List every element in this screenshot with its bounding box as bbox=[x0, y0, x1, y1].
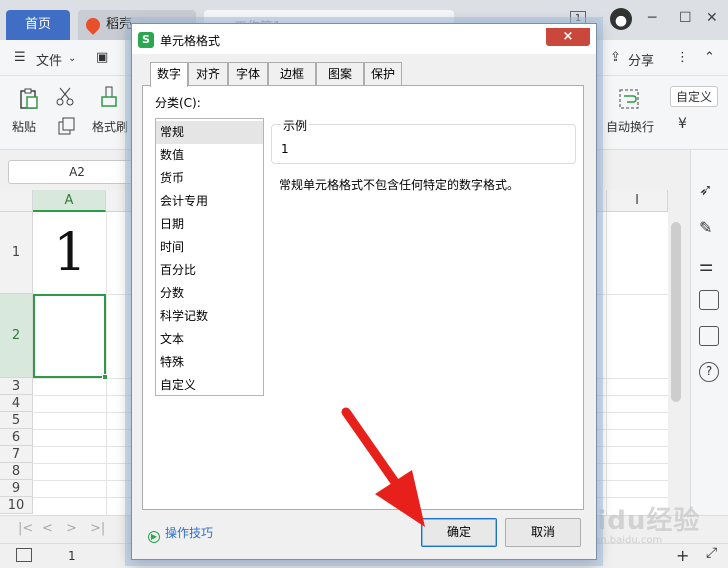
grid-line bbox=[606, 212, 607, 515]
minimize-icon[interactable]: ─ bbox=[648, 10, 656, 26]
maximize-icon[interactable]: ☐ bbox=[679, 10, 692, 26]
paste-label[interactable]: 粘贴 bbox=[12, 118, 36, 135]
menu-share[interactable]: 分享 bbox=[628, 50, 654, 69]
tips-link[interactable]: ▶ 操作技巧 bbox=[148, 524, 213, 543]
tab-number[interactable]: 数字 bbox=[150, 62, 188, 87]
category-item-time[interactable]: 时间 bbox=[156, 236, 263, 259]
more-icon[interactable]: ⋮ bbox=[676, 50, 689, 65]
close-window-icon[interactable]: ✕ bbox=[706, 10, 718, 26]
cut-icon[interactable] bbox=[54, 86, 76, 108]
share-icon[interactable]: ⇪ bbox=[610, 50, 621, 65]
number-format-dropdown[interactable]: 自定义 bbox=[670, 86, 719, 107]
scrollbar-thumb[interactable] bbox=[671, 222, 681, 402]
select-all-corner[interactable] bbox=[0, 190, 33, 212]
category-list[interactable]: 常规 数值 货币 会计专用 日期 时间 百分比 分数 科学记数 文本 特殊 自定… bbox=[155, 118, 264, 396]
daoke-flame-icon bbox=[83, 15, 103, 35]
category-item-text[interactable]: 文本 bbox=[156, 328, 263, 351]
sample-value: 1 bbox=[281, 142, 289, 156]
prev-sheet-icon[interactable]: < bbox=[42, 521, 53, 536]
dialog-title: 单元格格式 bbox=[160, 34, 221, 48]
format-painter-label[interactable]: 格式刷 bbox=[92, 118, 128, 135]
tab-daoke-label: 稻壳 bbox=[106, 17, 133, 32]
ok-button[interactable]: 确定 bbox=[421, 518, 497, 547]
vertical-scrollbar[interactable] bbox=[669, 212, 683, 512]
paste-icon[interactable] bbox=[18, 88, 40, 110]
chevron-down-icon[interactable]: ⌄ bbox=[68, 53, 76, 64]
category-label: 分类(C): bbox=[155, 96, 201, 110]
pen-icon[interactable]: ✎ bbox=[699, 218, 719, 238]
number-tab-panel: 分类(C): 常规 数值 货币 会计专用 日期 时间 百分比 分数 科学记数 文… bbox=[142, 85, 584, 510]
first-sheet-icon[interactable]: |< bbox=[18, 521, 33, 536]
play-circle-icon: ▶ bbox=[148, 531, 160, 543]
save-icon[interactable]: ▣ bbox=[96, 50, 108, 65]
tab-font[interactable]: 字体 bbox=[228, 62, 268, 86]
row-header-6[interactable]: 6 bbox=[0, 429, 33, 446]
row-header-2[interactable]: 2 bbox=[0, 294, 33, 378]
last-sheet-icon[interactable]: >| bbox=[90, 521, 105, 536]
category-item-special[interactable]: 特殊 bbox=[156, 351, 263, 374]
format-description: 常规单元格格式不包含任何特定的数字格式。 bbox=[279, 178, 520, 192]
tips-label: 操作技巧 bbox=[165, 526, 214, 540]
format-cells-dialog: S 单元格格式 × 数字 对齐 字体 边框 图案 保护 分类(C): 常规 数值… bbox=[131, 23, 597, 560]
next-sheet-icon[interactable]: > bbox=[66, 521, 77, 536]
avatar[interactable] bbox=[610, 8, 632, 30]
tab-home[interactable]: 首页 bbox=[6, 10, 70, 40]
status-page-number: 1 bbox=[68, 549, 76, 563]
fullscreen-icon[interactable]: ⤢ bbox=[706, 545, 717, 561]
cancel-button[interactable]: 取消 bbox=[505, 518, 581, 547]
column-header-a[interactable]: A bbox=[33, 190, 106, 212]
row-header-4[interactable]: 4 bbox=[0, 395, 33, 412]
tab-border[interactable]: 边框 bbox=[268, 62, 316, 86]
menu-file[interactable]: 文件 bbox=[36, 50, 62, 69]
category-item-fraction[interactable]: 分数 bbox=[156, 282, 263, 305]
row-header-10[interactable]: 10 bbox=[0, 497, 33, 514]
sample-group bbox=[271, 124, 576, 164]
category-item-number[interactable]: 数值 bbox=[156, 144, 263, 167]
tab-protection[interactable]: 保护 bbox=[364, 62, 402, 86]
format-painter-icon[interactable] bbox=[98, 86, 120, 108]
row-header-7[interactable]: 7 bbox=[0, 446, 33, 463]
row-header-1[interactable]: 1 bbox=[0, 212, 33, 294]
grid-line bbox=[106, 212, 107, 515]
cell-a2-selected[interactable] bbox=[33, 294, 108, 380]
category-item-scientific[interactable]: 科学记数 bbox=[156, 305, 263, 328]
dialog-close-button[interactable]: × bbox=[546, 28, 590, 46]
column-header-i[interactable]: I bbox=[606, 190, 668, 212]
category-item-percentage[interactable]: 百分比 bbox=[156, 259, 263, 282]
help-icon[interactable]: ? bbox=[699, 362, 719, 382]
hamburger-icon[interactable]: ☰ bbox=[14, 50, 26, 65]
auto-wrap-label[interactable]: 自动换行 bbox=[606, 118, 654, 135]
rocket-icon[interactable]: ➶ bbox=[699, 180, 719, 200]
category-item-general[interactable]: 常规 bbox=[156, 121, 263, 144]
filter-settings-icon[interactable]: ⚌ bbox=[699, 256, 719, 276]
row-header-5[interactable]: 5 bbox=[0, 412, 33, 429]
collapse-icon[interactable]: ⌃ bbox=[704, 50, 715, 65]
cell-a1[interactable]: 1 bbox=[34, 213, 106, 294]
category-item-date[interactable]: 日期 bbox=[156, 213, 263, 236]
sheet-status-icon[interactable] bbox=[16, 548, 32, 562]
check-box-icon[interactable] bbox=[699, 326, 719, 346]
fill-handle[interactable] bbox=[102, 374, 108, 380]
wps-spreadsheet-logo: S bbox=[138, 32, 154, 48]
row-header-8[interactable]: 8 bbox=[0, 463, 33, 480]
name-box[interactable]: A2 bbox=[8, 160, 146, 184]
tab-pattern[interactable]: 图案 bbox=[316, 62, 364, 86]
right-side-panel: ➶ ✎ ⚌ ? bbox=[690, 150, 728, 520]
category-item-currency[interactable]: 货币 bbox=[156, 167, 263, 190]
category-item-custom[interactable]: 自定义 bbox=[156, 374, 263, 397]
row-header-3[interactable]: 3 bbox=[0, 378, 33, 395]
zoom-in-icon[interactable]: + bbox=[676, 546, 689, 565]
resize-icon[interactable] bbox=[699, 290, 719, 310]
row-header-9[interactable]: 9 bbox=[0, 480, 33, 497]
tab-alignment[interactable]: 对齐 bbox=[188, 62, 228, 86]
auto-wrap-icon[interactable] bbox=[618, 88, 640, 110]
copy-icon[interactable] bbox=[56, 116, 78, 138]
currency-icon[interactable]: ¥ bbox=[678, 116, 687, 132]
dialog-title-bar: S 单元格格式 × bbox=[132, 24, 596, 54]
category-item-accounting[interactable]: 会计专用 bbox=[156, 190, 263, 213]
sample-label: 示例 bbox=[281, 117, 310, 134]
